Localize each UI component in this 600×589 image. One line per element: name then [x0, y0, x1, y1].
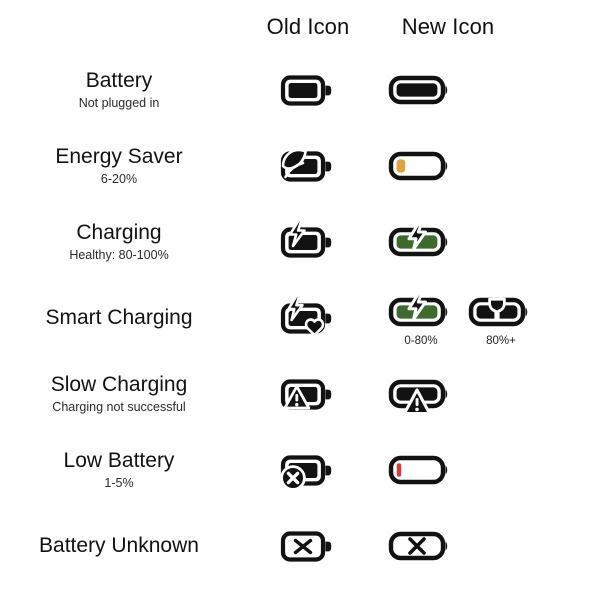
- new-icon-slot: [388, 144, 454, 188]
- row-title: Battery: [85, 69, 153, 93]
- new-icon-slot: [388, 524, 454, 568]
- icon-comparison-row: Low Battery 1-5%: [0, 432, 600, 508]
- row-label: Smart Charging: [6, 280, 232, 356]
- icon-comparison-row: Battery Not plugged in: [0, 52, 600, 128]
- new-icon-group: 0-80% 80%+: [378, 289, 534, 347]
- old-icon-cell: [238, 280, 378, 356]
- battery-low-old-icon: [279, 448, 337, 492]
- row-title: Slow Charging: [50, 373, 188, 397]
- new-icon-cell: [378, 204, 578, 280]
- row-subtitle: Healthy: 80-100%: [69, 247, 169, 262]
- new-icon-slot: [388, 220, 454, 264]
- old-icon-cell: [238, 432, 378, 508]
- row-label: Low Battery 1-5%: [6, 432, 232, 508]
- new-icon-group: [378, 372, 454, 416]
- battery-unknown-new-icon: [388, 524, 454, 568]
- new-icon-caption: 80%+: [486, 334, 516, 347]
- battery-unknown-old-icon: [279, 524, 337, 568]
- new-icon-slot: [388, 372, 454, 416]
- row-title: Energy Saver: [55, 145, 183, 169]
- battery-slow-charging-old-icon: [279, 372, 337, 416]
- battery-smart-charging-bolt-new-icon: [388, 289, 454, 334]
- battery-icon-comparison-sheet: Old Icon New Icon Battery Not plugged in: [0, 0, 600, 589]
- icon-comparison-row: Slow Charging Charging not successful: [0, 356, 600, 432]
- icon-comparison-row: Smart Charging 0-80% 80%+: [0, 280, 600, 356]
- battery-low-new-icon: [388, 448, 454, 492]
- new-icon-cell: [378, 508, 578, 584]
- row-subtitle: 1-5%: [104, 475, 134, 490]
- icon-comparison-row: Charging Healthy: 80-100%: [0, 204, 600, 280]
- battery-full-new-icon: [388, 68, 454, 112]
- new-icon-group: [378, 220, 454, 264]
- new-icon-slot: 0-80%: [388, 289, 454, 347]
- row-subtitle: 6-20%: [100, 171, 138, 186]
- new-icon-cell: [378, 128, 578, 204]
- row-title: Low Battery: [63, 449, 175, 473]
- new-icon-cell: [378, 356, 578, 432]
- row-title: Smart Charging: [45, 306, 193, 330]
- row-label: Battery Not plugged in: [6, 52, 232, 128]
- row-title: Charging: [76, 221, 162, 245]
- old-icon-cell: [238, 128, 378, 204]
- battery-smart-charging-plug-new-icon: [468, 289, 534, 334]
- icon-comparison-row: Battery Unknown: [0, 508, 600, 584]
- battery-smart-charging-old-icon: [279, 296, 337, 340]
- battery-slow-charging-new-icon: [388, 372, 454, 416]
- new-icon-group: [378, 524, 454, 568]
- old-icon-cell: [238, 52, 378, 128]
- new-icon-caption: 0-80%: [404, 334, 438, 347]
- icon-comparison-row: Energy Saver 6-20%: [0, 128, 600, 204]
- column-header-new-icon: New Icon: [401, 14, 495, 39]
- old-icon-cell: [238, 204, 378, 280]
- battery-energy-saver-new-icon: [388, 144, 454, 188]
- row-label: Energy Saver 6-20%: [6, 128, 232, 204]
- battery-full-old-icon: [279, 68, 337, 112]
- old-icon-cell: [238, 508, 378, 584]
- new-icon-cell: [378, 432, 578, 508]
- new-icon-cell: [378, 52, 578, 128]
- new-icon-cell: 0-80% 80%+: [378, 280, 578, 356]
- row-label: Slow Charging Charging not successful: [6, 356, 232, 432]
- row-subtitle: Not plugged in: [78, 95, 160, 110]
- row-label: Charging Healthy: 80-100%: [6, 204, 232, 280]
- new-icon-slot: [388, 68, 454, 112]
- column-headers: Old Icon New Icon: [0, 14, 600, 48]
- row-title: Battery Unknown: [39, 534, 199, 558]
- new-icon-slot: 80%+: [468, 289, 534, 347]
- new-icon-group: [378, 448, 454, 492]
- new-icon-group: [378, 68, 454, 112]
- old-icon-cell: [238, 356, 378, 432]
- battery-charging-new-icon: [388, 220, 454, 264]
- battery-charging-old-icon: [279, 220, 337, 264]
- row-subtitle: Charging not successful: [52, 399, 186, 414]
- column-header-old-icon: Old Icon: [266, 14, 350, 39]
- battery-leaf-old-icon: [279, 144, 337, 188]
- row-label: Battery Unknown: [6, 508, 232, 584]
- new-icon-slot: [388, 448, 454, 492]
- new-icon-group: [378, 144, 454, 188]
